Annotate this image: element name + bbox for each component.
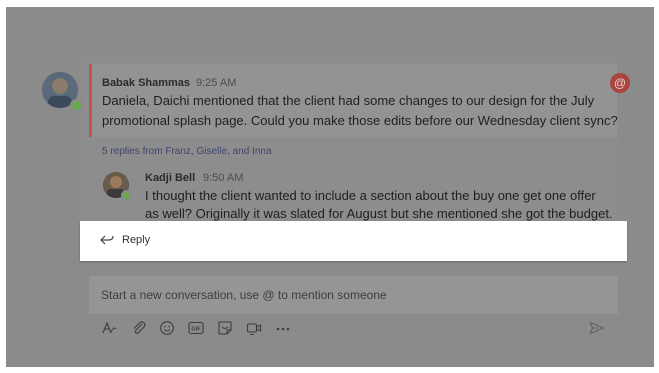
reply-arrow-icon: [100, 235, 114, 245]
reply-label: Reply: [122, 234, 151, 246]
sticker-icon[interactable]: [217, 320, 233, 336]
presence-available-icon: [70, 99, 83, 112]
reply-timestamp: 9:50 AM: [203, 172, 244, 184]
emoji-icon[interactable]: [159, 320, 175, 336]
send-icon[interactable]: [589, 320, 605, 336]
format-icon[interactable]: [101, 320, 117, 336]
gif-icon[interactable]: GIF: [188, 320, 204, 336]
post-body-line1: Daniela, Daichi mentioned that the clien…: [102, 93, 595, 108]
composer-placeholder: Start a new conversation, use @ to menti…: [101, 288, 387, 302]
reply-author: Kadji Bell: [145, 172, 196, 184]
attach-icon[interactable]: [131, 320, 147, 336]
reply-button[interactable]: Reply: [80, 221, 627, 261]
replies-summary-link[interactable]: 5 replies from Franz, Giselle, and Inna: [102, 146, 272, 157]
post-body-line2: promotional splash page. Could you make …: [102, 113, 618, 128]
meet-now-icon[interactable]: [246, 320, 262, 336]
svg-text:GIF: GIF: [191, 327, 201, 333]
mention-icon: @: [610, 73, 630, 93]
post-author: Babak Shammas: [102, 77, 191, 89]
reply-body-line1: I thought the client wanted to include a…: [145, 188, 596, 203]
post-timestamp: 9:25 AM: [196, 77, 237, 89]
presence-available-icon: [121, 190, 132, 201]
new-conversation-input[interactable]: Start a new conversation, use @ to menti…: [89, 276, 618, 314]
more-options-icon[interactable]: [275, 320, 291, 336]
